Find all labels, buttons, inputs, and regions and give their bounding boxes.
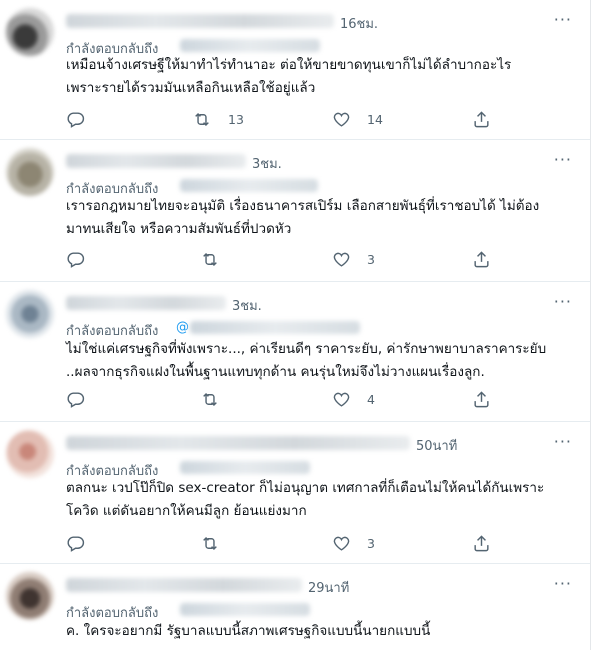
tweet[interactable]: 16ชม. ··· กำลังตอบกลับถึง เหมือนจ้างเศรษ… [0, 0, 590, 140]
tweet-text-line: มาทนเสียใจ หรือความสัมพันธ์ที่ปวดหัว [66, 221, 292, 237]
tweet-text-line: โควิด แต่ดันอยากให้คนมีลูก ย้อนแย่งมาก [66, 503, 307, 519]
tweet-actions: 3 [66, 532, 526, 554]
tweet-text: เหมือนจ้างเศรษฐีให้มาทำไร่ทำนาอะ ต่อให้ข… [66, 54, 576, 100]
retweet-icon [203, 252, 217, 266]
like-icon [333, 112, 350, 127]
retweet-icon [203, 392, 217, 406]
avatar[interactable] [6, 572, 54, 620]
replying-to-at[interactable]: @ [176, 320, 189, 335]
reply-thread: 16ชม. ··· กำลังตอบกลับถึง เหมือนจ้างเศรษ… [0, 0, 591, 650]
tweet-text-line: เหมือนจ้างเศรษฐีให้มาทำไร่ทำนาอะ ต่อให้ข… [66, 57, 512, 73]
more-icon[interactable]: ··· [554, 10, 572, 29]
replying-to-handle[interactable] [180, 461, 310, 474]
reply-button[interactable] [66, 108, 85, 130]
tweet-text-line: ค. ใครจะอยากมี รัฐบาลแบบนี้สภาพเศรษฐกิจแ… [66, 623, 431, 639]
like-button[interactable]: 14 [332, 108, 383, 130]
retweet-button[interactable] [200, 532, 236, 554]
reply-button[interactable] [66, 532, 85, 554]
tweet[interactable]: 50นาที ··· กำลังตอบกลับถึง ตลกนะ เวปโป๊ก… [0, 422, 590, 564]
avatar[interactable] [6, 148, 54, 196]
more-icon[interactable]: ··· [554, 150, 572, 169]
more-icon[interactable]: ··· [554, 432, 572, 451]
like-icon [333, 252, 350, 267]
replying-to-handle[interactable] [180, 39, 320, 52]
like-count: 14 [367, 111, 383, 127]
more-icon[interactable]: ··· [554, 292, 572, 311]
like-count: 3 [367, 535, 375, 551]
tweet-text: ไม่ใช่แค่เศรษฐกิจที่พังเพราะ..., ค่าเรีย… [66, 338, 576, 384]
like-button[interactable]: 3 [332, 248, 375, 270]
more-icon[interactable]: ··· [554, 574, 572, 593]
avatar[interactable] [6, 8, 54, 56]
like-count: 3 [367, 251, 375, 267]
share-icon [474, 250, 489, 267]
share-button[interactable] [472, 108, 491, 130]
tweet-text-line: ไม่ใช่แค่เศรษฐกิจที่พังเพราะ..., ค่าเรีย… [66, 341, 547, 357]
share-icon [474, 110, 489, 127]
like-icon [333, 536, 350, 551]
share-button[interactable] [472, 388, 491, 410]
tweet[interactable]: 3ชม. ··· กำลังตอบกลับถึง เรารอกฎหมายไทยจ… [0, 140, 590, 282]
replying-to-handle[interactable] [180, 603, 310, 616]
replying-to-handle[interactable] [190, 321, 360, 334]
tweet-actions: 3 [66, 248, 526, 270]
author-name[interactable] [66, 154, 246, 168]
like-button[interactable]: 3 [332, 532, 375, 554]
tweet-timestamp[interactable]: 16ชม. [340, 13, 378, 34]
like-button[interactable]: 4 [332, 388, 375, 410]
tweet[interactable]: 3ชม. ··· กำลังตอบกลับถึง @ ไม่ใช่แค่เศรษ… [0, 282, 590, 422]
tweet-timestamp[interactable]: 50นาที [416, 435, 457, 456]
tweet-text: เรารอกฎหมายไทยจะอนุมัติ เรื่องธนาคารสเปิ… [66, 195, 576, 241]
like-icon [333, 392, 350, 407]
tweet-text-line: ตลกนะ เวปโป๊ก็ปิด sex-creator ก็ไม่อนุญา… [66, 480, 545, 496]
tweet-actions: 4 [66, 388, 526, 410]
retweet-icon [195, 112, 209, 126]
share-icon [474, 390, 489, 407]
share-icon [474, 534, 489, 551]
reply-icon [67, 111, 85, 128]
retweet-button[interactable]: 13 [192, 108, 244, 130]
author-name[interactable] [66, 578, 302, 592]
retweet-icon [203, 536, 217, 550]
tweet-text-line: ..ผลจากธุรกิจแฝงในพื้นฐานแทบทุกด้าน คนรุ… [66, 364, 485, 380]
reply-icon [67, 391, 85, 408]
replying-to-handle[interactable] [180, 179, 318, 192]
avatar[interactable] [6, 290, 54, 338]
tweet-timestamp[interactable]: 29นาที [308, 577, 349, 598]
author-name[interactable] [66, 436, 410, 450]
reply-button[interactable] [66, 388, 85, 410]
tweet-text-line: เรารอกฎหมายไทยจะอนุมัติ เรื่องธนาคารสเปิ… [66, 198, 540, 214]
tweet[interactable]: 29นาที ··· กำลังตอบกลับถึง ค. ใครจะอยากม… [0, 564, 590, 650]
share-button[interactable] [472, 532, 491, 554]
share-button[interactable] [472, 248, 491, 270]
tweet-timestamp[interactable]: 3ชม. [232, 295, 262, 316]
avatar[interactable] [6, 430, 54, 478]
like-count: 4 [367, 391, 375, 407]
tweet-actions: 13 14 [66, 108, 526, 130]
reply-button[interactable] [66, 248, 85, 270]
reply-icon [67, 535, 85, 552]
retweet-button[interactable] [200, 248, 236, 270]
reply-icon [67, 251, 85, 268]
retweet-count: 13 [228, 111, 244, 127]
tweet-timestamp[interactable]: 3ชม. [252, 153, 282, 174]
tweet-text: ตลกนะ เวปโป๊ก็ปิด sex-creator ก็ไม่อนุญา… [66, 477, 576, 523]
retweet-button[interactable] [200, 388, 236, 410]
author-name[interactable] [66, 296, 226, 310]
tweet-text: ค. ใครจะอยากมี รัฐบาลแบบนี้สภาพเศรษฐกิจแ… [66, 620, 576, 643]
author-name[interactable] [66, 14, 334, 28]
tweet-text-line: เพราะรายได้รวมมันเหลือกินเหลือใช้อยู่แล้… [66, 80, 316, 96]
